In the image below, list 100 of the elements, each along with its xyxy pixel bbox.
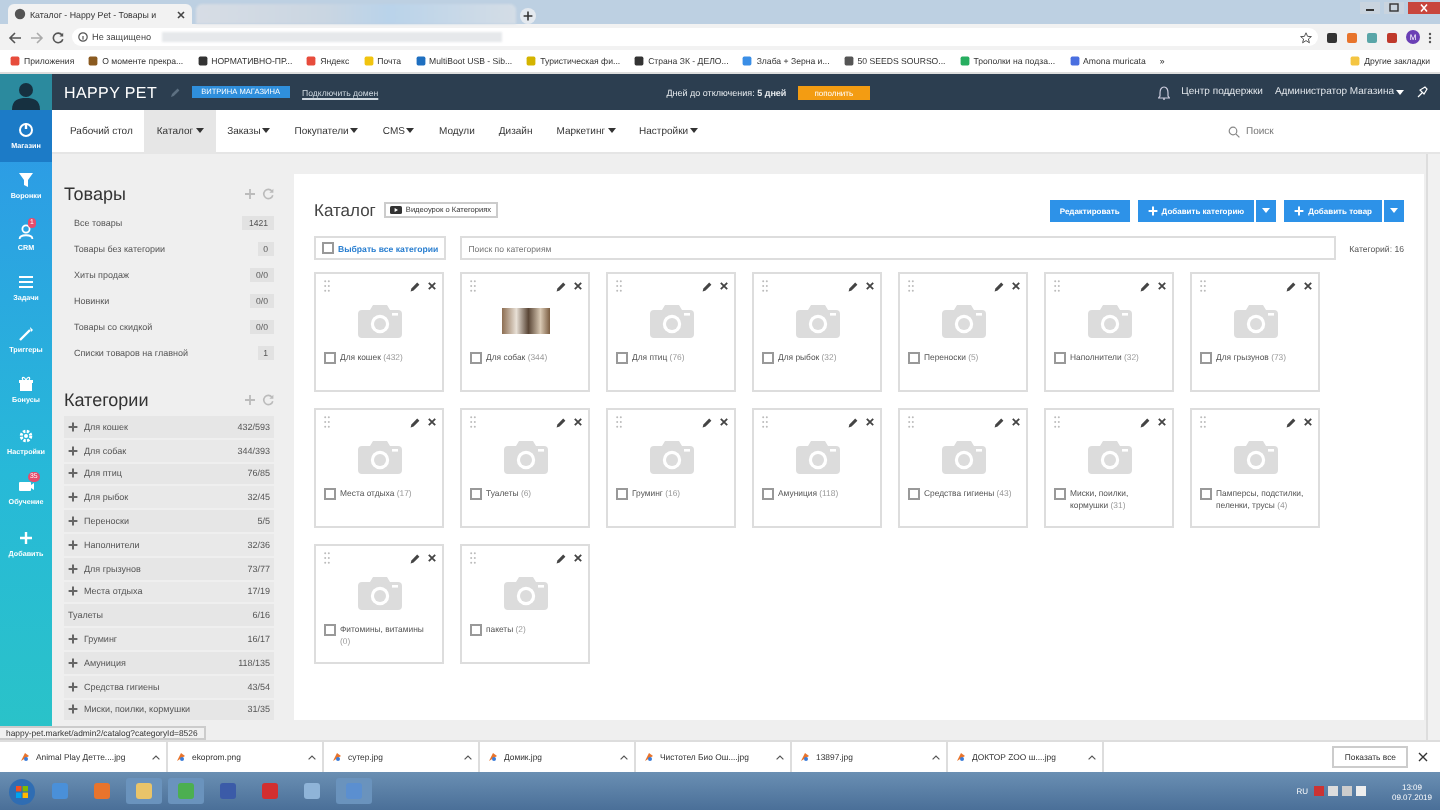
checkbox[interactable] [1054, 352, 1066, 364]
checkbox[interactable] [616, 488, 628, 500]
expand-icon[interactable] [68, 634, 78, 645]
gear-icon [18, 427, 34, 444]
file-icon [332, 752, 342, 762]
camera-icon [1230, 437, 1282, 475]
expand-icon[interactable] [68, 681, 78, 692]
chevron-icon[interactable] [464, 754, 472, 760]
checkbox[interactable] [908, 488, 920, 500]
bell-icon[interactable] [1157, 85, 1170, 99]
close-icon[interactable] [1304, 282, 1312, 290]
file-icon [176, 752, 186, 762]
close-icon[interactable] [428, 554, 436, 562]
pencil-icon[interactable] [994, 281, 1004, 291]
camera-icon [500, 437, 552, 475]
checkbox[interactable] [762, 488, 774, 500]
pencil-icon[interactable] [556, 553, 566, 563]
dropdown-button[interactable] [1256, 199, 1277, 221]
bookmark-icon [634, 56, 645, 66]
checkbox[interactable] [762, 352, 774, 364]
close-icon[interactable] [574, 282, 582, 290]
chevron-icon[interactable] [152, 754, 160, 760]
close-icon[interactable] [574, 554, 582, 562]
pencil-icon[interactable] [702, 417, 712, 427]
pencil-icon[interactable] [556, 417, 566, 427]
page-title: Каталог [314, 200, 376, 220]
close-icon[interactable] [428, 418, 436, 426]
checkbox[interactable] [470, 624, 482, 636]
chevron-icon[interactable] [776, 754, 784, 760]
expand-icon[interactable] [68, 657, 78, 668]
pencil-icon[interactable] [1286, 281, 1296, 291]
expand-icon[interactable] [68, 516, 78, 527]
bookmark-icon [843, 56, 854, 66]
dropdown-button[interactable] [1384, 199, 1404, 221]
close-icon[interactable] [574, 418, 582, 426]
checkbox[interactable] [1054, 488, 1066, 500]
expand-icon[interactable] [68, 704, 78, 715]
pencil-icon[interactable] [410, 417, 420, 427]
chevron-icon[interactable] [620, 754, 628, 760]
pencil-icon[interactable] [410, 281, 420, 291]
checkbox[interactable] [1200, 352, 1212, 364]
checkbox[interactable] [616, 352, 628, 364]
chevron-icon[interactable] [932, 754, 940, 760]
expand-icon[interactable] [68, 468, 78, 479]
plus-icon [18, 529, 34, 546]
file-icon [644, 752, 654, 762]
expand-icon[interactable] [68, 563, 78, 574]
close-icon[interactable] [1012, 282, 1020, 290]
chevron-icon[interactable] [1088, 754, 1096, 760]
close-icon[interactable] [866, 418, 874, 426]
expand-icon[interactable] [68, 421, 78, 432]
close-icon[interactable] [1012, 418, 1020, 426]
reload-icon[interactable] [52, 31, 64, 43]
checkbox[interactable] [324, 488, 336, 500]
pencil-icon[interactable] [848, 281, 858, 291]
pencil-icon[interactable] [556, 281, 566, 291]
info-icon [78, 32, 88, 42]
close-icon[interactable] [1418, 752, 1428, 762]
checkbox[interactable] [322, 242, 334, 254]
camera-icon [938, 437, 990, 475]
star-icon[interactable] [1300, 31, 1312, 43]
close-icon[interactable] [720, 418, 728, 426]
pencil-icon[interactable] [1286, 417, 1296, 427]
pencil-icon[interactable] [994, 417, 1004, 427]
close-icon[interactable] [1158, 282, 1166, 290]
pencil-icon[interactable] [1140, 417, 1150, 427]
bookmark-icon [1069, 56, 1080, 66]
checkbox[interactable] [908, 352, 920, 364]
power-icon [18, 121, 34, 138]
close-icon[interactable] [866, 282, 874, 290]
expand-icon[interactable] [68, 539, 78, 550]
close-icon[interactable] [1158, 418, 1166, 426]
camera-icon [354, 573, 406, 611]
file-icon [20, 752, 30, 762]
checkbox[interactable] [1200, 488, 1212, 500]
video-camera-icon [18, 478, 34, 495]
close-icon[interactable] [428, 282, 436, 290]
chevron-icon[interactable] [308, 754, 316, 760]
pencil-icon[interactable] [1140, 281, 1150, 291]
checkbox[interactable] [470, 352, 482, 364]
new-tab-icon[interactable] [520, 8, 536, 24]
expand-icon[interactable] [68, 445, 78, 456]
close-icon[interactable] [720, 282, 728, 290]
maximize-icon[interactable] [1384, 2, 1404, 14]
funnel-icon [18, 172, 34, 189]
expand-icon[interactable] [68, 586, 78, 597]
checkbox[interactable] [470, 488, 482, 500]
minimize-icon[interactable] [1360, 2, 1380, 14]
pin-icon[interactable] [1416, 86, 1428, 98]
pencil-icon[interactable] [410, 553, 420, 563]
close-icon[interactable] [1304, 418, 1312, 426]
checkbox[interactable] [324, 624, 336, 636]
expand-icon[interactable] [68, 492, 78, 503]
back-icon[interactable] [8, 31, 22, 43]
checkbox[interactable] [324, 352, 336, 364]
pencil-icon[interactable] [848, 417, 858, 427]
start-button-icon[interactable] [8, 777, 36, 805]
pencil-icon[interactable] [702, 281, 712, 291]
close-icon[interactable] [176, 9, 186, 19]
globe-icon [14, 8, 26, 20]
